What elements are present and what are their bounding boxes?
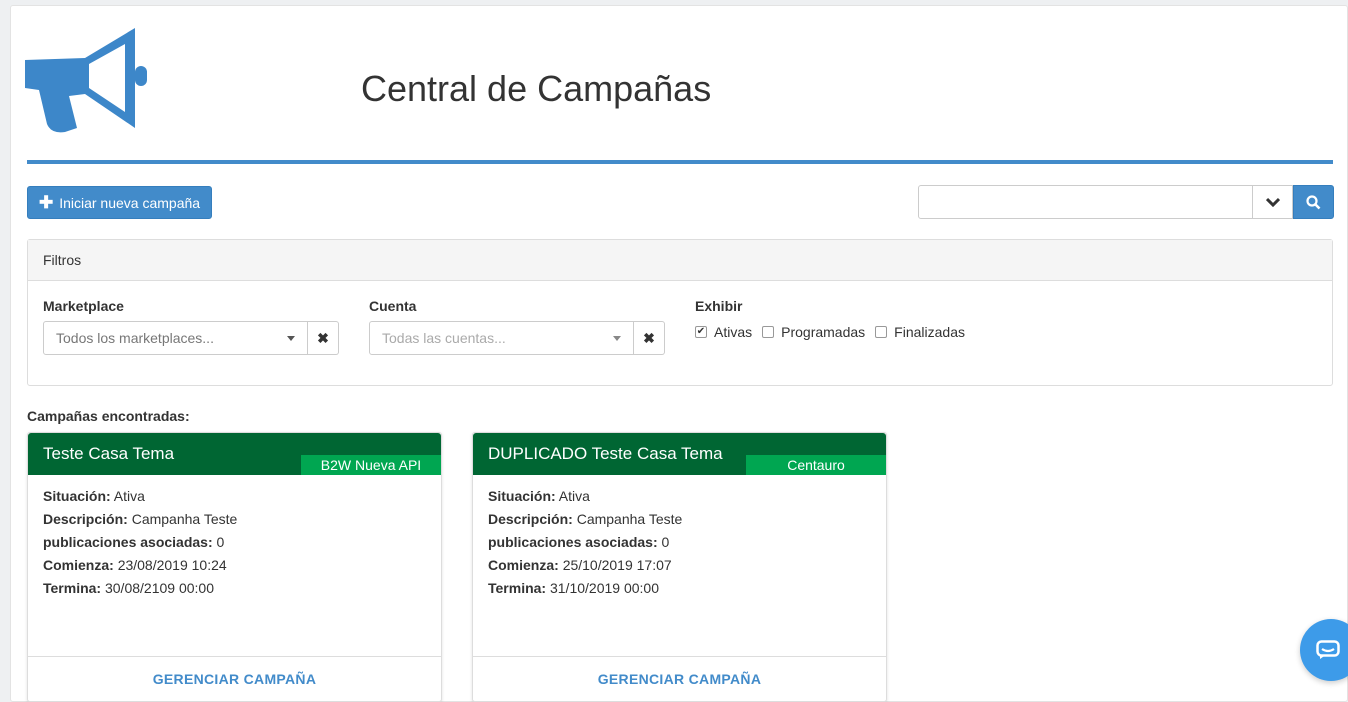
close-icon: ✖	[643, 329, 655, 346]
start-field-label: Comienza:	[488, 557, 559, 573]
account-label: Cuenta	[369, 298, 417, 314]
marketplace-select-group: Todos los marketplaces... ✖	[43, 321, 339, 355]
campaign-details: Situación: Ativa Descripción: Campanha T…	[28, 475, 441, 610]
plus-icon: ✚	[38, 193, 54, 212]
title-divider	[27, 160, 1333, 164]
search-dropdown-button[interactable]	[1253, 185, 1293, 219]
campaign-card: DUPLICADO Teste Casa Tema Centauro Situa…	[472, 432, 887, 702]
new-campaign-label: Iniciar nueva campaña	[59, 194, 201, 211]
show-label: Exhibir	[695, 298, 743, 314]
account-select-value: Todas las cuentas...	[382, 330, 506, 346]
campaign-card-header: Teste Casa Tema B2W Nueva API	[28, 433, 441, 475]
start-value: 25/10/2019 17:07	[562, 557, 672, 573]
description-field-label: Descripción:	[43, 511, 128, 527]
checkbox-unchecked[interactable]	[762, 326, 775, 338]
description-value: Campanha Teste	[131, 511, 238, 527]
status-value: Ativa	[113, 488, 145, 504]
publications-field-label: publicaciones asociadas:	[488, 534, 658, 550]
account-select[interactable]: Todas las cuentas...	[369, 321, 634, 355]
status-value: Ativa	[558, 488, 590, 504]
search-group	[918, 185, 1334, 219]
chat-icon	[1316, 640, 1340, 659]
chevron-down-icon	[1265, 197, 1280, 207]
checkbox-label: Finalizadas	[894, 324, 965, 340]
description-value: Campanha Teste	[576, 511, 683, 527]
end-value: 30/08/2109 00:00	[104, 580, 214, 596]
filters-panel: Filtros Marketplace Todos los marketplac…	[27, 239, 1333, 386]
checkbox-label: Ativas	[714, 324, 753, 340]
caret-down-icon	[287, 335, 295, 341]
status-field-label: Situación:	[488, 488, 556, 504]
publications-value: 0	[216, 534, 225, 550]
marketplace-badge: B2W Nueva API	[301, 455, 441, 475]
filters-heading: Filtros	[28, 240, 1332, 281]
start-field-label: Comienza:	[43, 557, 114, 573]
search-button[interactable]	[1293, 185, 1334, 219]
search-input[interactable]	[918, 185, 1253, 219]
end-field-label: Termina:	[488, 580, 547, 596]
publications-value: 0	[661, 534, 670, 550]
start-value: 23/08/2019 10:24	[117, 557, 227, 573]
account-clear-button[interactable]: ✖	[634, 321, 665, 355]
checkbox-checked[interactable]: ✔	[695, 326, 707, 338]
manage-campaign-link[interactable]: GERENCIAR CAMPAÑA	[473, 656, 886, 701]
page-title: Central de Campañas	[361, 68, 712, 109]
campaign-details: Situación: Ativa Descripción: Campanha T…	[473, 475, 886, 610]
search-icon	[1306, 194, 1321, 209]
checkbox-label: Programadas	[781, 324, 866, 340]
description-field-label: Descripción:	[488, 511, 573, 527]
caret-down-icon	[613, 335, 621, 341]
results-heading: Campañas encontradas:	[27, 408, 190, 424]
marketplace-clear-button[interactable]: ✖	[308, 321, 339, 355]
checkbox-finalizadas[interactable]: Finalizadas	[875, 324, 965, 340]
checkbox-programadas[interactable]: Programadas	[762, 324, 865, 340]
marketplace-select-value: Todos los marketplaces...	[56, 330, 214, 346]
campaign-card-header: DUPLICADO Teste Casa Tema Centauro	[473, 433, 886, 475]
page-container: Central de Campañas ✚ Iniciar nueva camp…	[10, 5, 1348, 702]
status-checkboxes: ✔ Ativas Programadas Finalizadas	[695, 324, 965, 340]
new-campaign-button[interactable]: ✚ Iniciar nueva campaña	[27, 186, 212, 219]
campaign-title: DUPLICADO Teste Casa Tema	[488, 444, 723, 463]
marketplace-label: Marketplace	[43, 298, 124, 314]
campaign-title: Teste Casa Tema	[43, 444, 175, 463]
manage-campaign-link[interactable]: GERENCIAR CAMPAÑA	[28, 656, 441, 701]
end-field-label: Termina:	[43, 580, 102, 596]
close-icon: ✖	[317, 329, 329, 346]
account-select-group: Todas las cuentas... ✖	[369, 321, 665, 355]
megaphone-icon	[25, 28, 147, 133]
marketplace-badge: Centauro	[746, 455, 886, 475]
checkbox-unchecked[interactable]	[875, 326, 888, 338]
checkbox-ativas[interactable]: ✔ Ativas	[695, 324, 752, 340]
publications-field-label: publicaciones asociadas:	[43, 534, 213, 550]
end-value: 31/10/2019 00:00	[549, 580, 659, 596]
status-field-label: Situación:	[43, 488, 111, 504]
marketplace-select[interactable]: Todos los marketplaces...	[43, 321, 308, 355]
campaign-card: Teste Casa Tema B2W Nueva API Situación:…	[27, 432, 442, 702]
